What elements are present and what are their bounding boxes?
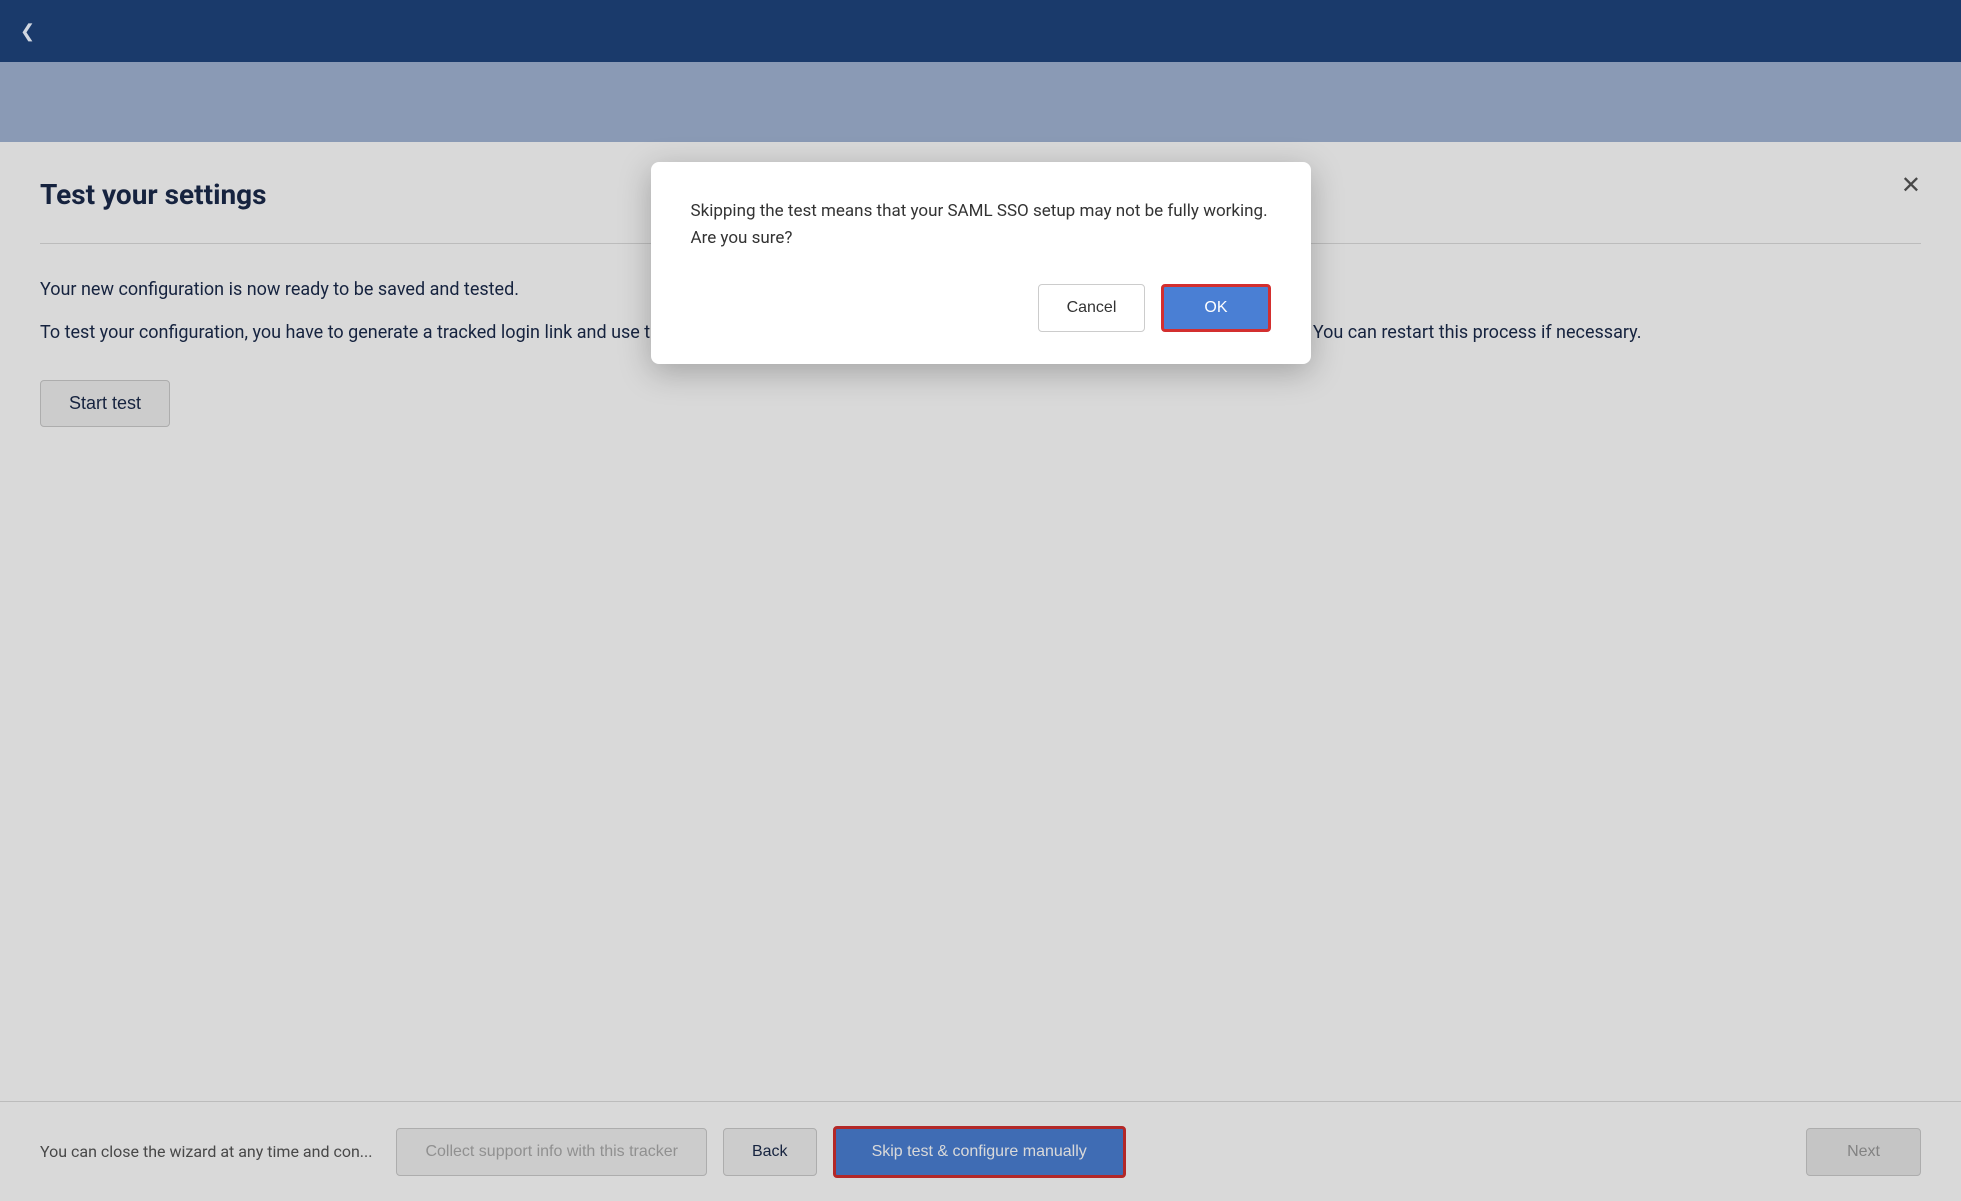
sub-bar (0, 62, 1961, 142)
back-chevron-icon[interactable]: ❮ (20, 21, 35, 42)
top-nav-bar: ❮ (0, 0, 1961, 62)
modal-dialog: Skipping the test means that your SAML S… (651, 162, 1311, 364)
modal-message-text: Skipping the test means that your SAML S… (691, 198, 1271, 252)
modal-actions: Cancel OK (691, 284, 1271, 332)
modal-overlay: Skipping the test means that your SAML S… (0, 142, 1961, 1201)
content-wrapper: Test your settings ✕ Your new configurat… (0, 142, 1961, 1201)
modal-ok-button[interactable]: OK (1161, 284, 1270, 332)
modal-cancel-button[interactable]: Cancel (1038, 284, 1146, 332)
